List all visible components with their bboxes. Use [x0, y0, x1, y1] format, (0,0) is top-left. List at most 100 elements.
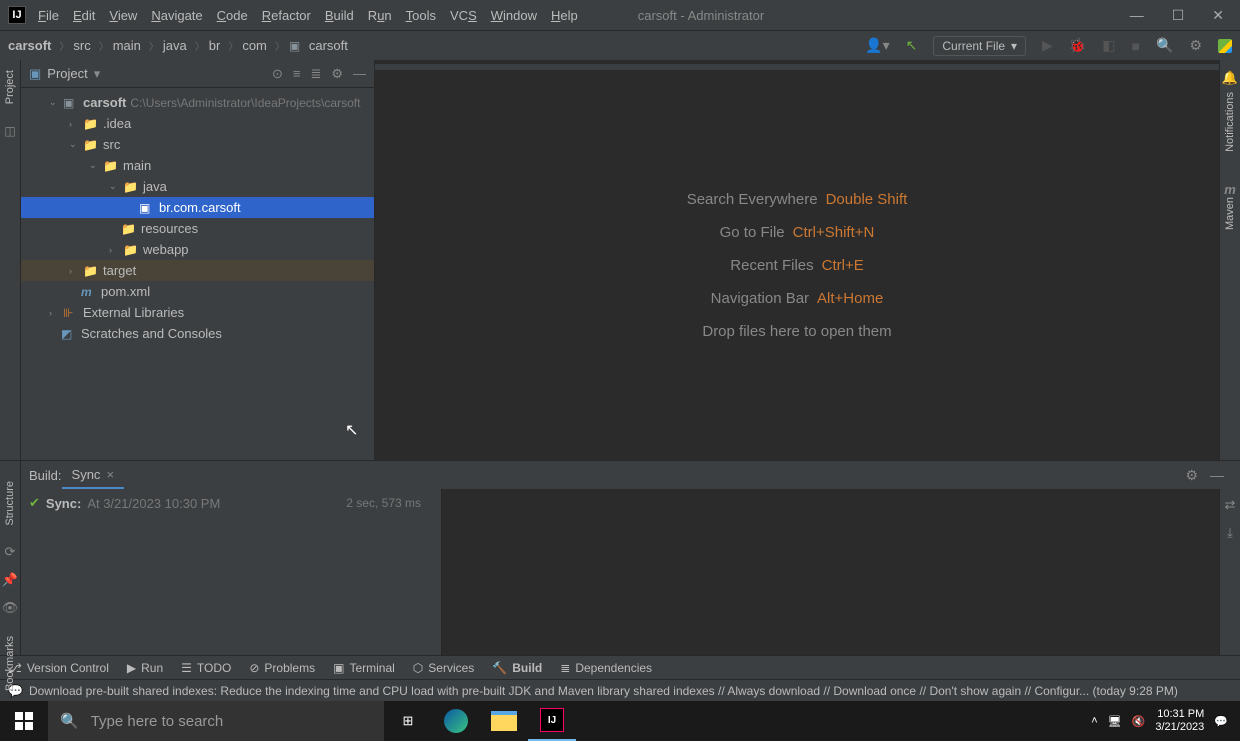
crumb-src[interactable]: src: [73, 38, 90, 53]
tree-root[interactable]: ⌄ ▣ carsoft C:\Users\Administrator\IdeaP…: [21, 92, 374, 113]
menu-help[interactable]: Help: [551, 8, 578, 23]
expand-icon[interactable]: ›: [109, 245, 121, 255]
expand-icon[interactable]: ⌄: [49, 97, 61, 108]
expand-icon[interactable]: ›: [49, 308, 61, 318]
menu-refactor[interactable]: Refactor: [262, 8, 311, 23]
editor-placeholder[interactable]: Search EverywhereDouble Shift Go to File…: [375, 64, 1219, 460]
tray-network-icon[interactable]: 🖥: [1108, 715, 1122, 728]
project-panel-title[interactable]: Project: [47, 66, 87, 81]
tab-build[interactable]: 🔨Build: [492, 661, 542, 675]
tree-item-webapp[interactable]: › 📁 webapp: [21, 239, 374, 260]
expand-icon[interactable]: ›: [69, 119, 81, 129]
tree-item-target[interactable]: › 📁 target: [21, 260, 374, 281]
menu-tools[interactable]: Tools: [406, 8, 436, 23]
user-icon[interactable]: 👤▾: [865, 37, 889, 54]
notifications-icon[interactable]: 🔔: [1222, 70, 1238, 86]
tree-item-idea[interactable]: › 📁 .idea: [21, 113, 374, 134]
tree-item-pom[interactable]: m pom.xml: [21, 281, 374, 302]
tray-notifications-icon[interactable]: 💬: [1214, 715, 1228, 728]
tree-item-external-libs[interactable]: › ⊪ External Libraries: [21, 302, 374, 323]
select-opened-file-icon[interactable]: ⊙: [272, 66, 283, 82]
hide-panel-icon[interactable]: —: [353, 66, 366, 82]
tray-clock[interactable]: 10:31 PM 3/21/2023: [1155, 708, 1204, 734]
status-message[interactable]: Download pre-built shared indexes: Reduc…: [29, 684, 1178, 698]
taskbar-intellij[interactable]: IJ: [528, 701, 576, 741]
commit-icon[interactable]: ◫: [4, 124, 15, 138]
collapse-all-icon[interactable]: ≣: [310, 66, 321, 82]
start-button[interactable]: [0, 701, 48, 741]
tab-problems[interactable]: ⊘Problems: [249, 661, 315, 675]
menu-navigate[interactable]: Navigate: [151, 8, 202, 23]
soft-wrap-icon[interactable]: ⇄: [1225, 497, 1236, 513]
menu-file[interactable]: File: [38, 8, 59, 23]
menu-edit[interactable]: Edit: [73, 8, 95, 23]
expand-icon[interactable]: ›: [69, 266, 81, 276]
tree-item-src[interactable]: ⌄ 📁 src: [21, 134, 374, 155]
tab-dependencies[interactable]: ≣Dependencies: [560, 661, 652, 675]
minimize-button[interactable]: —: [1130, 7, 1144, 24]
build-settings-icon[interactable]: ⚙: [1185, 467, 1198, 484]
taskbar-search[interactable]: 🔍 Type here to search: [48, 701, 384, 741]
tree-item-java[interactable]: ⌄ 📁 java: [21, 176, 374, 197]
maven-tool-tab[interactable]: Maven: [1224, 197, 1236, 230]
eye-icon[interactable]: 👁: [2, 600, 19, 616]
expand-icon[interactable]: ⌄: [89, 160, 101, 171]
debug-icon[interactable]: 🐞: [1069, 37, 1086, 54]
crumb-main[interactable]: main: [113, 38, 141, 53]
menu-code[interactable]: Code: [217, 8, 248, 23]
crumb-br[interactable]: br: [209, 38, 221, 53]
tree-item-scratches[interactable]: ◩ Scratches and Consoles: [21, 323, 374, 344]
project-tool-tab[interactable]: Project: [4, 70, 16, 104]
tray-chevron-icon[interactable]: ˄: [1091, 715, 1097, 727]
build-tab-sync[interactable]: Sync ×: [62, 461, 125, 489]
maven-icon[interactable]: m: [1224, 182, 1236, 197]
tab-terminal[interactable]: ▣Terminal: [333, 661, 395, 675]
menu-run[interactable]: Run: [368, 8, 392, 23]
expand-icon[interactable]: ⌄: [109, 181, 121, 192]
close-tab-icon[interactable]: ×: [106, 467, 114, 482]
scroll-to-end-icon[interactable]: ⤓: [1227, 525, 1233, 541]
stop-icon[interactable]: ■: [1132, 38, 1140, 54]
menu-build[interactable]: Build: [325, 8, 354, 23]
chevron-down-icon[interactable]: ▾: [94, 66, 101, 82]
crumb-com[interactable]: com: [242, 38, 267, 53]
tree-item-resources[interactable]: 📁 resources: [21, 218, 374, 239]
run-icon[interactable]: ▶: [1042, 37, 1053, 54]
hide-build-panel-icon[interactable]: —: [1210, 467, 1224, 484]
notifications-tool-tab[interactable]: Notifications: [1224, 92, 1236, 152]
crumb-java[interactable]: java: [163, 38, 187, 53]
run-config-selector[interactable]: Current File ▾: [933, 36, 1026, 56]
close-button[interactable]: ✕: [1212, 7, 1224, 24]
hammer-icon[interactable]: ↖: [906, 37, 918, 54]
taskbar-explorer[interactable]: [480, 701, 528, 741]
tree-item-package[interactable]: ▣ br.com.carsoft: [21, 197, 374, 218]
tab-run[interactable]: ▶Run: [127, 661, 163, 675]
pin-icon[interactable]: 📌: [2, 572, 18, 588]
expand-icon[interactable]: ⌄: [69, 139, 81, 150]
tree-item-main[interactable]: ⌄ 📁 main: [21, 155, 374, 176]
crumb-carsoft[interactable]: carsoft: [309, 38, 348, 53]
structure-tool-tab[interactable]: Structure: [4, 481, 16, 526]
panel-settings-icon[interactable]: ⚙: [331, 66, 343, 82]
task-view-icon[interactable]: ⊞: [384, 701, 432, 741]
refresh-icon[interactable]: ⟳: [5, 544, 16, 560]
code-with-me-icon[interactable]: [1218, 39, 1232, 53]
search-icon[interactable]: 🔍: [1156, 37, 1173, 54]
taskbar-edge[interactable]: [432, 701, 480, 741]
menu-view[interactable]: View: [109, 8, 137, 23]
expand-all-icon[interactable]: ≡: [293, 66, 301, 82]
tab-todo[interactable]: ☰TODO: [181, 661, 231, 675]
maximize-button[interactable]: ☐: [1172, 7, 1185, 24]
tab-services[interactable]: ⬡Services: [413, 661, 475, 675]
tray-volume-icon[interactable]: 🔇: [1132, 715, 1146, 728]
coverage-icon[interactable]: ◧: [1102, 37, 1115, 54]
settings-icon[interactable]: ⚙: [1189, 37, 1202, 54]
build-status-row[interactable]: ✔ Sync: At 3/21/2023 10:30 PM 2 sec, 573…: [29, 495, 433, 511]
bookmarks-tool-tab[interactable]: Bookmarks: [4, 636, 16, 691]
project-panel: ▣ Project ▾ ⊙ ≡ ≣ ⚙ — ⌄ ▣ carsoft C:\Use…: [21, 60, 375, 460]
crumb-separator: 〉: [275, 38, 285, 53]
menu-window[interactable]: Window: [491, 8, 537, 23]
menu-vcs[interactable]: VCS: [450, 8, 477, 23]
tab-version-control[interactable]: ⎇Version Control: [8, 661, 109, 675]
crumb-project[interactable]: carsoft: [8, 38, 51, 53]
